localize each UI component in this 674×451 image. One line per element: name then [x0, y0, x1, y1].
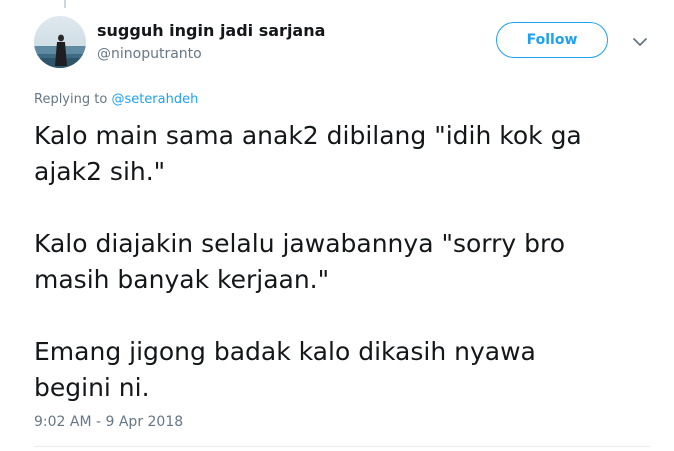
tweet-line: masih banyak kerjaan." — [34, 265, 330, 294]
replying-to-label: Replying to — [34, 92, 112, 107]
tweet-line: begini ni. — [34, 373, 150, 402]
avatar-photo — [34, 16, 86, 68]
display-name[interactable]: sugguh ingin jadi sarjana — [97, 21, 325, 40]
tweet-line: Kalo diajakin selalu jawabannya "sorry b… — [34, 229, 566, 258]
tweet-paragraph: Kalo diajakin selalu jawabannya "sorry b… — [34, 226, 634, 298]
username[interactable]: @ninoputranto — [97, 46, 202, 62]
chevron-down-icon[interactable] — [630, 32, 650, 52]
tweet-line: Emang jigong badak kalo dikasih nyawa — [34, 337, 536, 366]
divider — [34, 446, 650, 447]
replying-to: Replying to @seterahdeh — [34, 92, 198, 107]
tweet-timestamp[interactable]: 9:02 AM - 9 Apr 2018 — [34, 414, 183, 430]
replying-to-mention[interactable]: @seterahdeh — [111, 92, 198, 107]
tweet-paragraph: Emang jigong badak kalo dikasih nyawa be… — [34, 334, 634, 406]
avatar[interactable] — [34, 16, 86, 68]
thread-connector-line — [64, 0, 66, 8]
tweet-line: Kalo main sama anak2 dibilang "idih kok … — [34, 121, 582, 150]
tweet-paragraph: Kalo main sama anak2 dibilang "idih kok … — [34, 118, 634, 190]
follow-button[interactable]: Follow — [496, 22, 608, 58]
tweet-text: Kalo main sama anak2 dibilang "idih kok … — [34, 118, 634, 406]
tweet: sugguh ingin jadi sarjana @ninoputranto … — [0, 0, 674, 451]
tweet-line: ajak2 sih." — [34, 157, 166, 186]
